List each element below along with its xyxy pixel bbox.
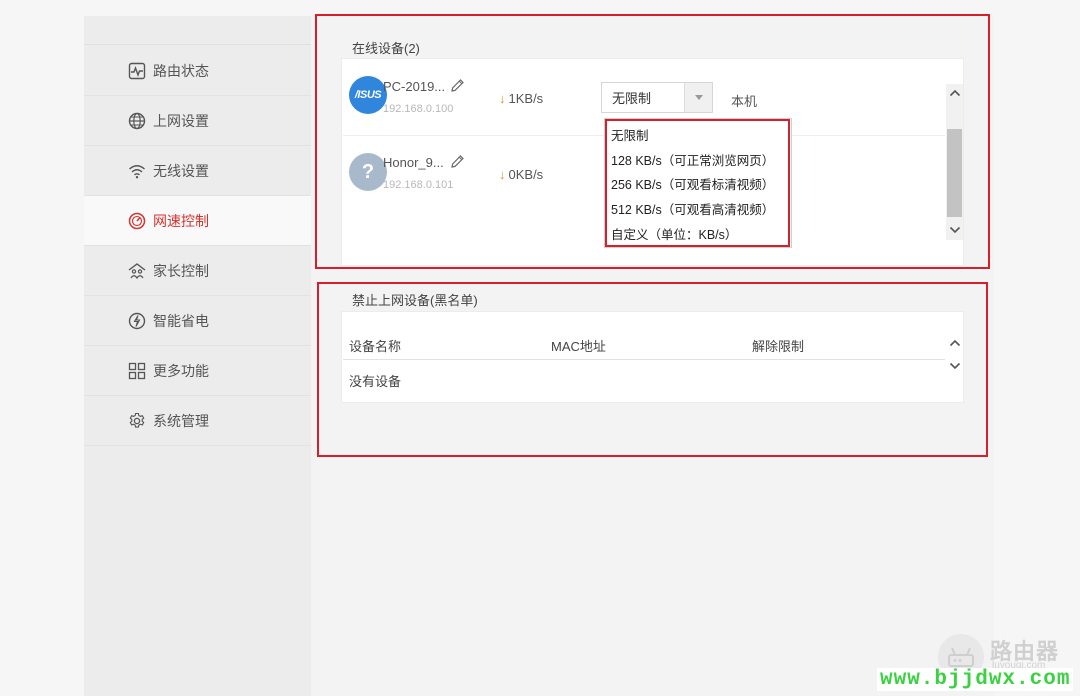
sidebar-item-wireless-settings[interactable]: 无线设置 [84,146,311,196]
sidebar-item-label: 智能省电 [153,312,209,329]
sidebar-item-label: 更多功能 [153,362,209,379]
power-save-icon [128,312,146,330]
sidebar-item-parental-control[interactable]: 家长控制 [84,246,311,296]
sidebar-top-spacer [84,16,311,45]
sidebar-item-router-status[interactable]: 路由状态 [84,46,311,96]
sidebar-item-smart-power-save[interactable]: 智能省电 [84,296,311,346]
speedometer-icon [128,212,146,230]
highlight-box-dropdown [605,119,790,247]
sidebar-item-system-management[interactable]: 系统管理 [84,396,311,446]
sidebar-item-label: 上网设置 [153,112,209,129]
sidebar-item-label: 路由状态 [153,62,209,79]
gear-icon [128,412,146,430]
globe-icon [128,112,146,130]
sidebar-item-speed-control[interactable]: 网速控制 [84,196,311,246]
sidebar-item-label: 网速控制 [153,212,209,229]
parental-home-icon [128,262,146,280]
sidebar-item-internet-settings[interactable]: 上网设置 [84,96,311,146]
pulse-chart-icon [128,62,146,80]
sidebar: 路由状态 上网设置 无线设置 网速控制 家长控制 智能省电 更多功能 系统管理 [84,16,311,696]
watermark-url: www.bjjdwx.com [877,668,1074,691]
sidebar-item-more-features[interactable]: 更多功能 [84,346,311,396]
grid-apps-icon [128,362,146,380]
sidebar-item-label: 系统管理 [153,412,209,429]
sidebar-item-label: 家长控制 [153,262,209,279]
wifi-icon [128,162,146,180]
highlight-box-blacklist [317,282,988,457]
sidebar-item-label: 无线设置 [153,162,209,179]
